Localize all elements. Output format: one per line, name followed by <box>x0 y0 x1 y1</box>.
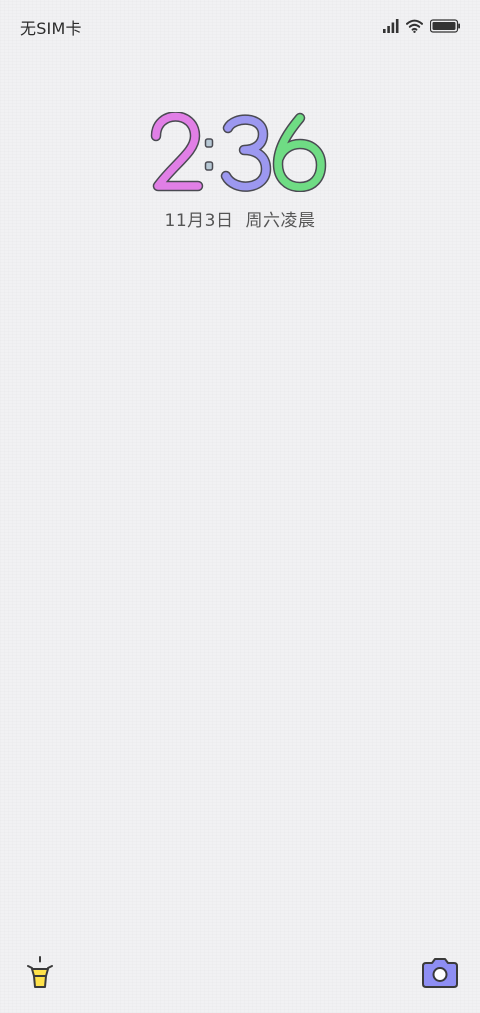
camera-icon <box>422 958 458 988</box>
clock-minutes-tens-digit <box>220 114 272 192</box>
clock-hours-digit <box>150 112 204 192</box>
status-bar: 无SIM卡 <box>0 0 480 52</box>
flashlight-shortcut[interactable] <box>21 952 61 992</box>
clock-minutes-ones-digit <box>272 112 327 192</box>
weekday-period-text: 周六凌晨 <box>245 211 316 231</box>
status-icons <box>383 17 460 35</box>
flashlight-icon <box>27 956 53 988</box>
lockscreen-date: 11月3日 周六凌晨 <box>0 206 480 231</box>
camera-shortcut[interactable] <box>420 955 460 995</box>
date-text: 11月3日 <box>164 211 234 231</box>
clock-separator <box>204 138 214 171</box>
signal-bars-icon <box>383 19 399 33</box>
wifi-icon <box>406 19 423 33</box>
battery-icon <box>430 19 460 33</box>
lockscreen-clock <box>0 112 480 202</box>
carrier-label: 无SIM卡 <box>20 19 82 38</box>
